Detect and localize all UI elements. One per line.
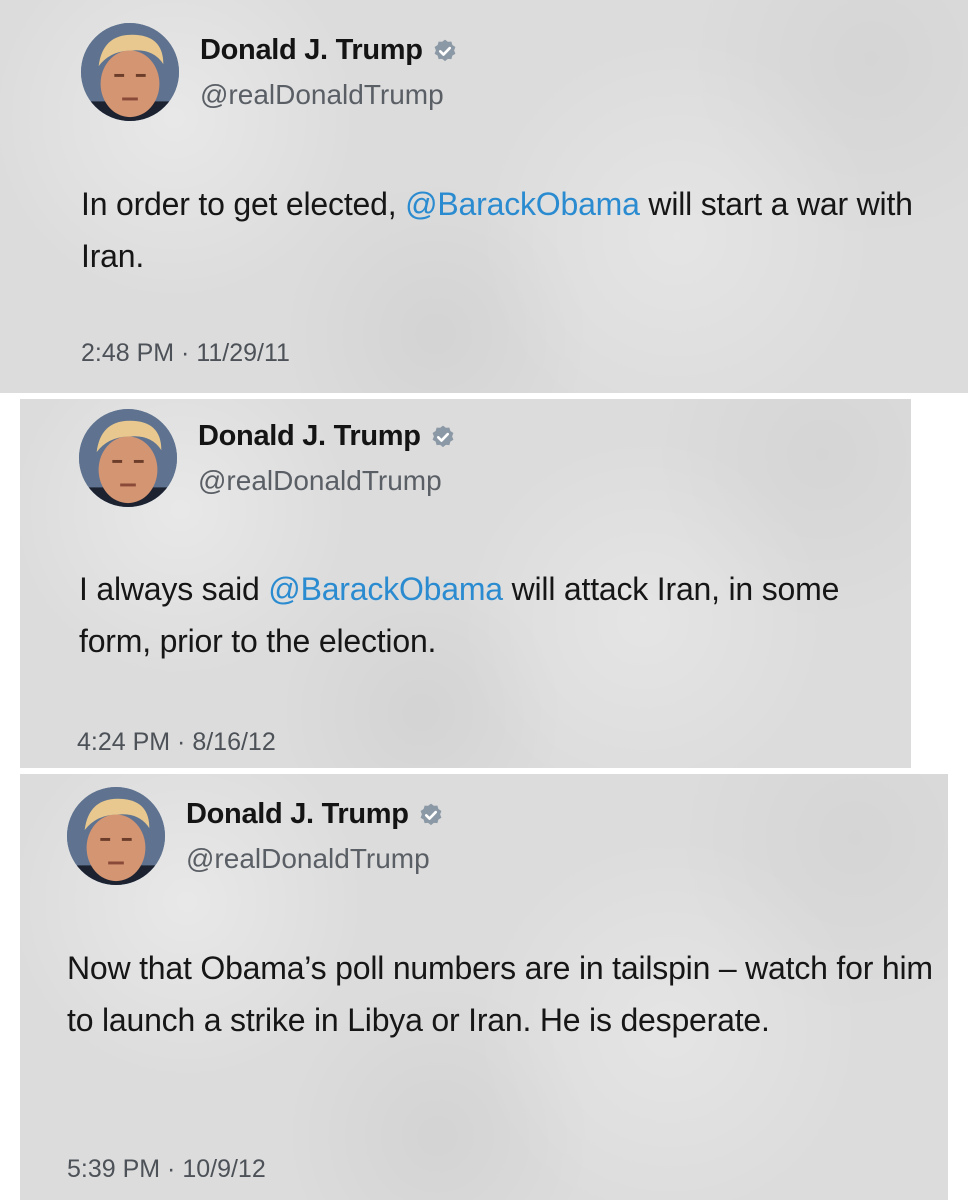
- tweet-card[interactable]: Donald J. Trump @realDonaldTrump In orde…: [0, 0, 968, 393]
- timestamp[interactable]: 2:48 PM · 11/29/11: [81, 339, 290, 368]
- avatar[interactable]: [67, 787, 165, 885]
- profile-photo-icon: [81, 23, 179, 121]
- author-name[interactable]: Donald J. Trump: [198, 420, 421, 453]
- tweet-card[interactable]: Donald J. Trump @realDonaldTrump Now tha…: [20, 774, 948, 1200]
- timestamp[interactable]: 5:39 PM · 10/9/12: [67, 1155, 266, 1184]
- tweet-card[interactable]: Donald J. Trump @realDonaldTrump I alway…: [20, 399, 911, 768]
- avatar[interactable]: [79, 409, 177, 507]
- tweet-text-segment: In order to get elected,: [81, 186, 406, 222]
- timestamp[interactable]: 4:24 PM · 8/16/12: [77, 728, 276, 757]
- profile-photo-icon: [79, 409, 177, 507]
- tweet-text: In order to get elected, @BarackObama wi…: [81, 178, 951, 282]
- profile-photo-icon: [67, 787, 165, 885]
- mention-link[interactable]: @BarackObama: [268, 571, 503, 607]
- author-handle[interactable]: @realDonaldTrump: [186, 843, 430, 875]
- tweet-text: I always said @BarackObama will attack I…: [79, 563, 899, 667]
- tweet-text-segment: I always said: [79, 571, 269, 607]
- tweet-text: Now that Obama’s poll numbers are in tai…: [67, 942, 947, 1046]
- verified-badge-icon: [430, 424, 456, 450]
- author-name[interactable]: Donald J. Trump: [186, 798, 409, 831]
- author-handle[interactable]: @realDonaldTrump: [200, 79, 444, 111]
- verified-badge-icon: [432, 38, 458, 64]
- author-handle[interactable]: @realDonaldTrump: [198, 465, 442, 497]
- mention-link[interactable]: @BarackObama: [405, 186, 640, 222]
- author-name[interactable]: Donald J. Trump: [200, 34, 423, 67]
- avatar[interactable]: [81, 23, 179, 121]
- tweet-text-segment: Now that Obama’s poll numbers are in tai…: [67, 950, 933, 1038]
- verified-badge-icon: [418, 802, 444, 828]
